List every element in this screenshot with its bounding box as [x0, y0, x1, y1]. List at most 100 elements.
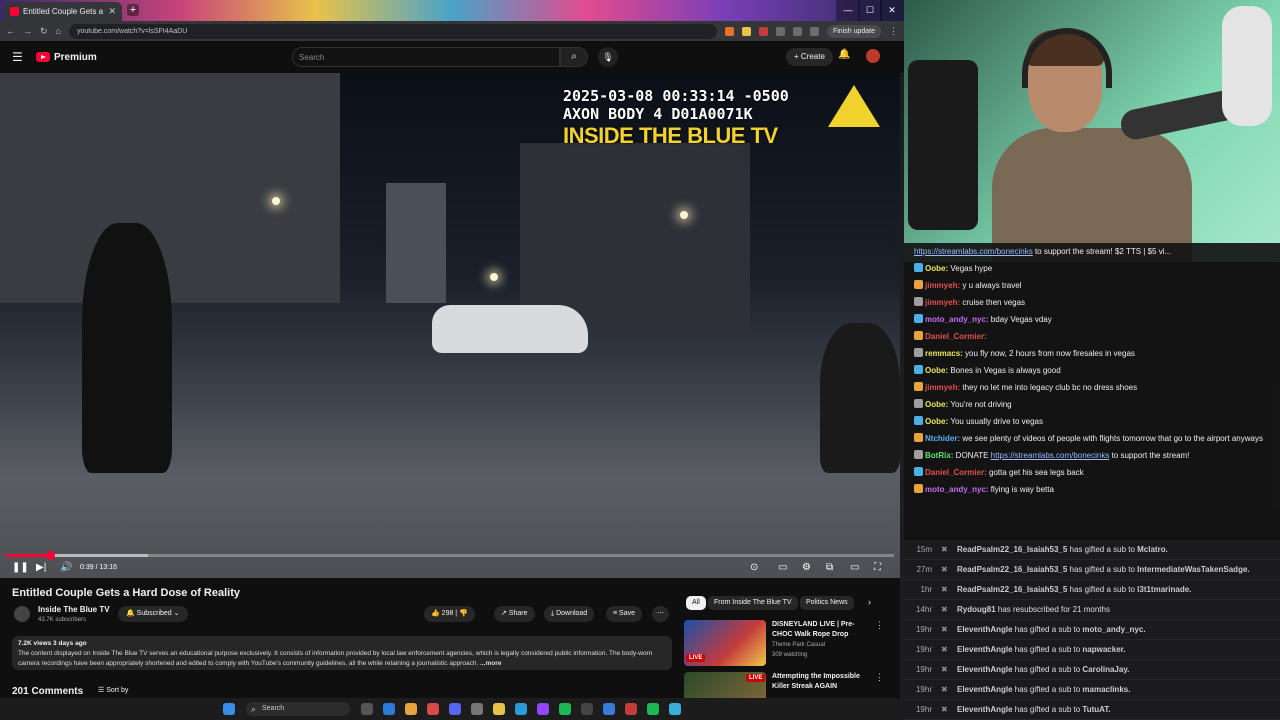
chat-username[interactable]: jimmyeh: — [925, 281, 962, 290]
voice-search-button[interactable]: 🎙 — [598, 47, 618, 67]
minimize-button[interactable]: — — [836, 0, 860, 21]
sort-by-button[interactable]: ☰ Sort by — [98, 686, 128, 694]
app-icon[interactable] — [669, 703, 681, 715]
event-time: 19hr — [915, 685, 932, 694]
chat-username[interactable]: moto_andy_nyc: — [925, 315, 991, 324]
app-icon[interactable] — [581, 703, 593, 715]
fullscreen-icon[interactable]: ⛶ — [874, 562, 881, 573]
chip-politics-news[interactable]: Politics News — [800, 596, 854, 610]
twitch-icon[interactable] — [537, 703, 549, 715]
spotify-icon[interactable] — [559, 703, 571, 715]
video-player[interactable]: 2025-03-08 00:33:14 -0500 AXON BODY 4 D0… — [0, 73, 900, 578]
windows-start-icon[interactable] — [223, 703, 235, 715]
chip-from-channel[interactable]: From Inside The Blue TV — [708, 596, 798, 610]
pause-icon[interactable]: ❚❚ — [12, 562, 29, 573]
description-box[interactable]: 7.2K views 3 days ago The content displa… — [12, 636, 672, 670]
autoplay-toggle[interactable]: ⊙ — [750, 562, 758, 573]
edge-icon[interactable] — [383, 703, 395, 715]
app-icon[interactable] — [515, 703, 527, 715]
app-icon[interactable] — [625, 703, 637, 715]
close-window-button[interactable]: ✕ — [880, 0, 904, 21]
comments-count: 201 Comments — [12, 686, 84, 697]
task-view-icon[interactable] — [361, 703, 373, 715]
new-tab-button[interactable]: + — [127, 4, 139, 16]
reload-icon[interactable]: ↻ — [40, 26, 48, 37]
chrome-icon[interactable] — [405, 703, 417, 715]
like-button[interactable]: 👍 298 | 👎 — [424, 606, 475, 622]
profile-icon[interactable] — [809, 26, 819, 36]
chat-username[interactable]: remmacs: — [925, 349, 965, 358]
chat-username[interactable]: Oobe: — [925, 400, 950, 409]
app-icon[interactable] — [647, 703, 659, 715]
finish-update-button[interactable]: Finish update — [826, 24, 881, 38]
save-button[interactable]: ≡ Save — [606, 606, 643, 622]
rec-menu-icon[interactable]: ⋮ — [875, 620, 884, 631]
chat-header-link[interactable]: https://streamlabs.com/bonecinks — [914, 247, 1033, 256]
forward-icon[interactable]: → — [23, 26, 32, 36]
chat-username[interactable]: Oobe: — [925, 417, 950, 426]
thumbs-down-icon[interactable]: 👎 — [459, 610, 468, 617]
tab-close-icon[interactable]: ✕ — [108, 6, 116, 17]
url-field[interactable]: youtube.com/watch?v=lsSFt4AaDU — [68, 23, 717, 39]
chip-all[interactable]: All — [686, 596, 706, 610]
app-icon[interactable] — [471, 703, 483, 715]
extension-icon[interactable] — [792, 26, 802, 36]
theater-mode-icon[interactable]: ▭ — [850, 562, 859, 573]
app-icon[interactable] — [603, 703, 615, 715]
recommended-video[interactable]: LIVE Attempting the Impossible Killer St… — [684, 672, 884, 698]
extension-icon[interactable] — [758, 26, 768, 36]
chat-username[interactable]: BotRix: — [925, 451, 956, 460]
chat-username[interactable]: moto_andy_nyc: — [925, 485, 991, 494]
streetlight — [680, 211, 688, 219]
miniplayer-icon[interactable]: ⧉ — [826, 562, 833, 573]
hamburger-menu-icon[interactable]: ☰ — [12, 50, 26, 64]
chat-username[interactable]: Daniel_Cormier: — [925, 468, 989, 477]
recommended-video[interactable]: LIVE DISNEYLAND LIVE | Pre-CHOC Walk Rop… — [684, 620, 884, 668]
subtitles-icon[interactable]: ▭ — [778, 562, 787, 573]
chips-next-icon[interactable]: › — [868, 597, 871, 607]
subscribed-button[interactable]: 🔔 Subscribed ⌄ — [118, 606, 188, 622]
maximize-button[interactable]: ☐ — [858, 0, 882, 21]
taskbar-search[interactable]: Search — [246, 702, 350, 716]
tab-youtube[interactable]: Entitled Couple Gets a Hard ✕ — [4, 2, 122, 21]
more-actions-button[interactable]: ⋯ — [652, 606, 669, 622]
volume-icon[interactable]: 🔊 — [60, 562, 72, 573]
search-input[interactable]: Search — [292, 47, 560, 67]
notifications-bell-icon[interactable]: 🔔 — [838, 49, 850, 60]
settings-gear-icon[interactable]: ⚙ — [802, 562, 811, 573]
discord-icon[interactable] — [449, 703, 461, 715]
chat-username[interactable]: Oobe: — [925, 366, 950, 375]
back-icon[interactable]: ← — [6, 26, 15, 36]
home-icon[interactable]: ⌂ — [56, 26, 61, 36]
channel-avatar[interactable] — [14, 606, 30, 622]
extension-icon[interactable] — [741, 26, 751, 36]
chat-username[interactable]: jimmyeh: — [925, 383, 962, 392]
channel-name[interactable]: Inside The Blue TV — [38, 605, 110, 614]
download-button[interactable]: ⤓ Download — [544, 606, 595, 622]
scrub-handle[interactable] — [45, 551, 55, 560]
next-icon[interactable]: ▶| — [36, 562, 46, 573]
event-time: 14hr — [915, 605, 932, 614]
building-left — [0, 73, 340, 303]
progress-bar[interactable] — [6, 551, 894, 560]
chat-username[interactable]: jimmyeh: — [925, 298, 962, 307]
event-row: 19hr ✖ EleventhAngle has gifted a sub to m… — [904, 620, 1280, 640]
more-link[interactable]: ...more — [480, 660, 501, 667]
chat-username[interactable]: Ntchider: — [925, 434, 962, 443]
chat-username[interactable]: Oobe: — [925, 264, 950, 273]
extension-icon[interactable] — [775, 26, 785, 36]
search-button[interactable]: ⌕ — [560, 47, 588, 67]
share-button[interactable]: ↗ Share — [494, 606, 535, 622]
player-controls: ❚❚ ▶| 🔊 0:39 / 13:16 ⊙ ▭ ⚙ ⧉ ▭ ⛶ — [0, 550, 900, 578]
file-explorer-icon[interactable] — [493, 703, 505, 715]
extension-icon[interactable] — [724, 26, 734, 36]
gaming-chair — [908, 60, 978, 230]
app-icon[interactable] — [427, 703, 439, 715]
rec-menu-icon[interactable]: ⋮ — [875, 672, 884, 683]
chat-link[interactable]: https://streamlabs.com/bonecinks — [991, 451, 1110, 460]
youtube-logo[interactable]: Premium — [36, 52, 97, 63]
create-button[interactable]: + Create — [786, 48, 833, 66]
menu-icon[interactable]: ⋮ — [889, 26, 898, 37]
account-avatar[interactable] — [866, 49, 880, 63]
chat-username[interactable]: Daniel_Cormier: — [925, 332, 987, 341]
